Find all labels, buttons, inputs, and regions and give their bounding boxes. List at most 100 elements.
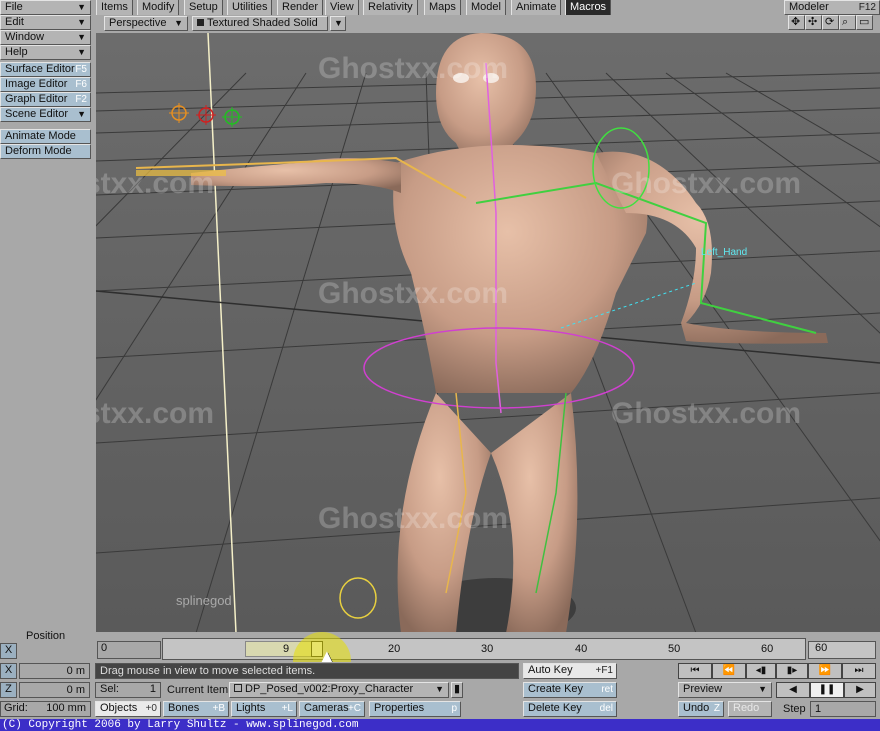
- x-position-field[interactable]: 0 m: [19, 663, 90, 679]
- previous-key-button[interactable]: ⏪: [712, 663, 746, 679]
- rotate-view-button[interactable]: ⟳: [822, 15, 839, 30]
- redo-button[interactable]: Redo: [728, 701, 772, 717]
- scene-editor-label: Scene Editor: [5, 108, 68, 120]
- undo-button[interactable]: Undo Z: [678, 701, 724, 717]
- tab-items[interactable]: Items: [96, 0, 133, 15]
- timeline-start-field[interactable]: 0: [97, 641, 161, 659]
- splinegod-logo: splinegod: [176, 593, 232, 608]
- tab-view[interactable]: View: [325, 0, 359, 15]
- next-frame-button[interactable]: ▮▸: [776, 663, 808, 679]
- viewport-header: Perspective ▼ Textured Shaded Solid ▼ ✥ ✣…: [96, 15, 880, 32]
- last-frame-button[interactable]: ⏭: [842, 663, 876, 679]
- edit-menu[interactable]: Edit ▼: [0, 15, 91, 30]
- z-label: Z: [5, 683, 12, 695]
- shading-mode-label: Textured Shaded Solid: [207, 17, 318, 29]
- step-value: 1: [815, 703, 822, 715]
- animate-mode-label: Animate Mode: [5, 130, 76, 142]
- step-field[interactable]: 1: [810, 701, 876, 717]
- chevron-down-icon: ▼: [77, 109, 86, 119]
- first-frame-button[interactable]: ⏮: [678, 663, 712, 679]
- lights-filter-button[interactable]: Lights +L: [231, 701, 297, 717]
- tab-animate[interactable]: Animate: [511, 0, 562, 15]
- tab-relativity[interactable]: Relativity: [363, 0, 418, 15]
- zoom-view-button[interactable]: ⌕: [839, 15, 856, 30]
- deform-mode-label: Deform Mode: [5, 145, 72, 157]
- delete-key-button[interactable]: Delete Key del: [523, 701, 617, 717]
- tab-label: View: [330, 1, 354, 13]
- edit-menu-label: Edit: [5, 16, 24, 28]
- viewport-options-dropdown[interactable]: ▼: [330, 16, 346, 31]
- grid-label: Grid:: [4, 702, 28, 714]
- viewport[interactable]: Left_Hand Ghostxx.com Ghostxx.com Ghostx…: [96, 33, 880, 633]
- previous-frame-button[interactable]: ◂▮: [746, 663, 776, 679]
- watermark-text: Ghostxx.com: [318, 502, 508, 535]
- scene-editor-button[interactable]: Scene Editor ▼: [0, 107, 91, 122]
- x-toggle-label: X: [4, 644, 13, 656]
- maximize-icon: ▭: [859, 16, 870, 28]
- z-position-field[interactable]: 0 m: [19, 682, 90, 698]
- play-forward-button[interactable]: ▶: [844, 682, 876, 698]
- shortcut-label: del: [599, 703, 613, 714]
- bones-filter-button[interactable]: Bones +B: [163, 701, 229, 717]
- deform-mode-button[interactable]: Deform Mode: [0, 144, 91, 159]
- create-key-button[interactable]: Create Key ret: [523, 682, 617, 698]
- x-label: X: [4, 664, 13, 676]
- image-editor-button[interactable]: Image Editor F6: [0, 77, 91, 92]
- move-view-button[interactable]: ✥: [788, 15, 805, 30]
- tab-modify[interactable]: Modify: [137, 0, 180, 15]
- tab-label: Animate: [516, 1, 557, 13]
- tab-render[interactable]: Render: [277, 0, 324, 15]
- viewport-canvas[interactable]: Left_Hand Ghostxx.com Ghostxx.com Ghostx…: [96, 33, 880, 633]
- tab-utilities[interactable]: Utilities: [227, 0, 273, 15]
- z-axis-button[interactable]: Z: [0, 682, 17, 698]
- properties-button[interactable]: Properties p: [369, 701, 461, 717]
- cameras-filter-button[interactable]: Cameras +C: [299, 701, 365, 717]
- play-icon: ▶: [856, 684, 864, 695]
- next-key-button[interactable]: ⏩: [808, 663, 842, 679]
- surface-editor-button[interactable]: Surface Editor F5: [0, 62, 91, 77]
- tab-maps[interactable]: Maps: [424, 0, 461, 15]
- objects-filter-button[interactable]: Objects +0: [95, 701, 161, 717]
- timeline-tick-label: 40: [575, 643, 588, 655]
- shortcut-label: F5: [75, 64, 87, 75]
- auto-key-label: Auto Key: [528, 664, 573, 676]
- timeline-slider[interactable]: 9 20 30 40 50 60: [162, 638, 806, 660]
- step-back-icon: ◂▮: [755, 665, 767, 676]
- window-menu-label: Window: [5, 31, 45, 43]
- tab-model[interactable]: Model: [466, 0, 506, 15]
- view-mode-dropdown[interactable]: Perspective ▼: [104, 16, 188, 31]
- maximize-view-button[interactable]: ▭: [856, 15, 873, 30]
- timeline-tick-label: 20: [388, 643, 401, 655]
- watermark-text: Ghostxx.com: [611, 167, 801, 200]
- x-axis-button[interactable]: X: [0, 663, 17, 679]
- x-axis-toggle[interactable]: X: [0, 643, 17, 659]
- filter-label: Cameras: [304, 702, 349, 714]
- pan-view-button[interactable]: ✣: [805, 15, 822, 30]
- undo-label: Undo: [683, 702, 710, 714]
- tab-label: Relativity: [368, 1, 413, 13]
- file-menu[interactable]: File ▼: [0, 0, 91, 15]
- help-menu[interactable]: Help ▼: [0, 45, 91, 60]
- preview-dropdown[interactable]: Preview ▼: [678, 682, 772, 698]
- grid-value: 100 mm: [46, 702, 86, 714]
- play-backward-button[interactable]: ◀: [776, 682, 810, 698]
- shortcut-label: +F1: [595, 665, 613, 676]
- tab-macros[interactable]: Macros: [565, 0, 612, 15]
- modeler-button[interactable]: Modeler F12: [784, 0, 880, 15]
- tab-label: Utilities: [232, 1, 268, 13]
- grid-size-field[interactable]: Grid: 100 mm: [0, 701, 91, 717]
- timeline-end-field[interactable]: 60: [808, 641, 876, 659]
- shading-mode-dropdown[interactable]: Textured Shaded Solid: [192, 16, 328, 31]
- window-menu[interactable]: Window ▼: [0, 30, 91, 45]
- move-icon: ✥: [791, 16, 801, 28]
- current-item-dropdown[interactable]: DP_Posed_v002:Proxy_Character ▼: [229, 682, 449, 698]
- auto-key-button[interactable]: Auto Key +F1: [523, 663, 617, 679]
- item-options-button[interactable]: ▮: [451, 682, 463, 698]
- tab-setup[interactable]: Setup: [184, 0, 223, 15]
- animate-mode-button[interactable]: Animate Mode: [0, 129, 91, 144]
- graph-editor-button[interactable]: Graph Editor F2: [0, 92, 91, 107]
- logo-text: splinegod: [176, 593, 232, 608]
- timeline-bar: Position 0 9 20 30 40 50 60 60 ▲: [0, 630, 880, 690]
- copyright-banner: (C) Copyright 2006 by Larry Shultz - www…: [0, 719, 880, 731]
- pause-button[interactable]: ❚❚: [810, 682, 844, 698]
